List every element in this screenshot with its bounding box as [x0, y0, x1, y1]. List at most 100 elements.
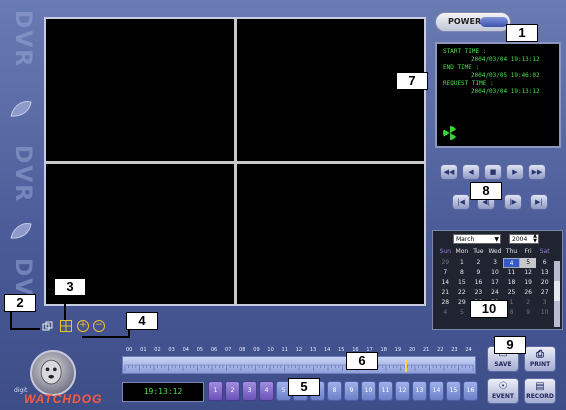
calendar-day[interactable]: 16	[470, 278, 487, 288]
timeline-hour-label: 20	[408, 347, 416, 353]
calendar-day[interactable]: 8	[454, 268, 471, 278]
month-select[interactable]: March ▼	[453, 234, 501, 244]
channel-button[interactable]: 3	[242, 381, 257, 401]
calendar-day[interactable]: 17	[487, 278, 504, 288]
calendar-day[interactable]: 2	[470, 258, 487, 268]
calendar-day[interactable]: 6	[536, 258, 553, 268]
calendar-day[interactable]: 20	[536, 278, 553, 288]
timeline-hour-label: 09	[253, 347, 260, 353]
video-channel-4[interactable]	[237, 164, 424, 304]
start-time-label: START TIME :	[443, 48, 487, 55]
calendar-day[interactable]: 4	[503, 258, 520, 268]
calendar-day[interactable]: 5	[454, 308, 471, 318]
calendar-day[interactable]: 9	[520, 308, 537, 318]
stop-icon: ■	[489, 168, 497, 176]
calendar-day[interactable]: 19	[520, 278, 537, 288]
channel-button[interactable]: 2	[225, 381, 240, 401]
callout-8: 8	[470, 182, 502, 200]
channel-button[interactable]: 11	[378, 381, 393, 401]
zoom-out-icon[interactable]: −	[93, 320, 105, 332]
calendar-day[interactable]: 7	[437, 268, 454, 278]
channel-button[interactable]: 4	[259, 381, 274, 401]
calendar-day[interactable]: 2	[520, 298, 537, 308]
calendar-day[interactable]: 25	[503, 288, 520, 298]
video-channel-2[interactable]	[237, 19, 424, 161]
calendar-day[interactable]: 9	[470, 268, 487, 278]
fast-forward-button[interactable]: ▶▶	[528, 164, 546, 180]
rewind-button[interactable]: ◀	[462, 164, 480, 180]
fast-forward-icon: ▶▶	[531, 168, 543, 176]
rewind-fast-button[interactable]: ◀◀	[440, 164, 458, 180]
calendar-day[interactable]: 28	[437, 298, 454, 308]
power-button[interactable]: POWER	[435, 12, 511, 32]
dvr-watermark: DVR	[10, 258, 35, 298]
scrollbar-thumb[interactable]	[554, 281, 560, 301]
calendar-day[interactable]: 24	[487, 288, 504, 298]
calendar-day[interactable]: 27	[536, 288, 553, 298]
video-channel-1[interactable]	[46, 19, 234, 161]
calendar-day[interactable]: 15	[454, 278, 471, 288]
calendar-day[interactable]: 3	[536, 298, 553, 308]
timeline-hour-label: 13	[309, 347, 317, 353]
weekday-label: Sat	[539, 248, 550, 255]
record-icon: ▤	[535, 381, 545, 392]
calendar-day[interactable]: 12	[520, 268, 537, 278]
calendar-day[interactable]: 1	[454, 258, 471, 268]
layout-quad-icon[interactable]	[60, 320, 72, 332]
channel-button[interactable]: 10	[361, 381, 376, 401]
save-label: SAVE	[494, 361, 512, 368]
weekday-label: Thu	[505, 248, 518, 255]
skip-back-button[interactable]: |◀	[452, 194, 470, 210]
calendar-day[interactable]: 21	[437, 288, 454, 298]
video-quad-view[interactable]	[44, 17, 426, 306]
timeline-ticks	[124, 364, 474, 371]
channel-button[interactable]: 14	[429, 381, 444, 401]
callout-1: 1	[506, 24, 538, 42]
timeline-hour-label: 23	[451, 347, 458, 353]
calendar-day[interactable]: 23	[470, 288, 487, 298]
channel-button[interactable]: 16	[463, 381, 478, 401]
calendar-day[interactable]: 5	[519, 258, 537, 268]
weekday-label: Sun	[439, 248, 451, 255]
callout-4: 4	[126, 312, 158, 330]
step-forward-button[interactable]: |▶	[504, 194, 522, 210]
weekday-header: Sun Mon Tue Wed Thu Fri Sat	[437, 248, 553, 255]
year-value: 2004	[512, 236, 528, 243]
timeline-bar[interactable]	[122, 356, 476, 374]
chevron-down-icon: ▼	[494, 236, 499, 243]
channel-button[interactable]: 8	[327, 381, 342, 401]
calendar-day[interactable]: 26	[520, 288, 537, 298]
calendar-day[interactable]: 14	[437, 278, 454, 288]
print-button[interactable]: ⎙ PRINT	[524, 346, 556, 372]
dvr-viewer-window: DVR DVR DVR POWER START TIME : 2004/03/0…	[0, 0, 566, 410]
request-time-value: 2004/03/04 19:13:12	[471, 88, 540, 95]
stop-button[interactable]: ■	[484, 164, 502, 180]
channel-button[interactable]: 13	[412, 381, 427, 401]
event-button[interactable]: ☉ EVENT	[487, 378, 519, 404]
timeline-position-marker[interactable]	[405, 360, 407, 372]
year-spinner[interactable]: 2004 ▲ ▼	[509, 234, 539, 244]
calendar-day[interactable]: 10	[487, 268, 504, 278]
grid-divider-horizontal	[46, 161, 424, 164]
calendar-day[interactable]: 11	[503, 268, 520, 278]
record-button[interactable]: ▤ RECORD	[524, 378, 556, 404]
calendar-day[interactable]: 18	[503, 278, 520, 288]
calendar-scrollbar[interactable]	[554, 261, 560, 327]
calendar-day[interactable]: 4	[437, 308, 454, 318]
timeline-hour-label: 11	[281, 347, 288, 353]
channel-button[interactable]: 9	[344, 381, 359, 401]
channel-button[interactable]: 12	[395, 381, 410, 401]
calendar-day[interactable]: 13	[536, 268, 553, 278]
calendar-day[interactable]: 29	[454, 298, 471, 308]
calendar-day[interactable]: 29	[437, 258, 454, 268]
activity-indicator-icon	[443, 126, 457, 140]
calendar-day[interactable]: 3	[487, 258, 504, 268]
channel-button[interactable]: 15	[446, 381, 461, 401]
calendar-day[interactable]: 10	[536, 308, 553, 318]
play-button[interactable]: ▶	[506, 164, 524, 180]
skip-forward-button[interactable]: ▶|	[530, 194, 548, 210]
channel-button[interactable]: 1	[208, 381, 223, 401]
layout-single-icon[interactable]	[42, 321, 53, 332]
calendar-day[interactable]: 22	[454, 288, 471, 298]
zoom-in-icon[interactable]: +	[77, 320, 89, 332]
